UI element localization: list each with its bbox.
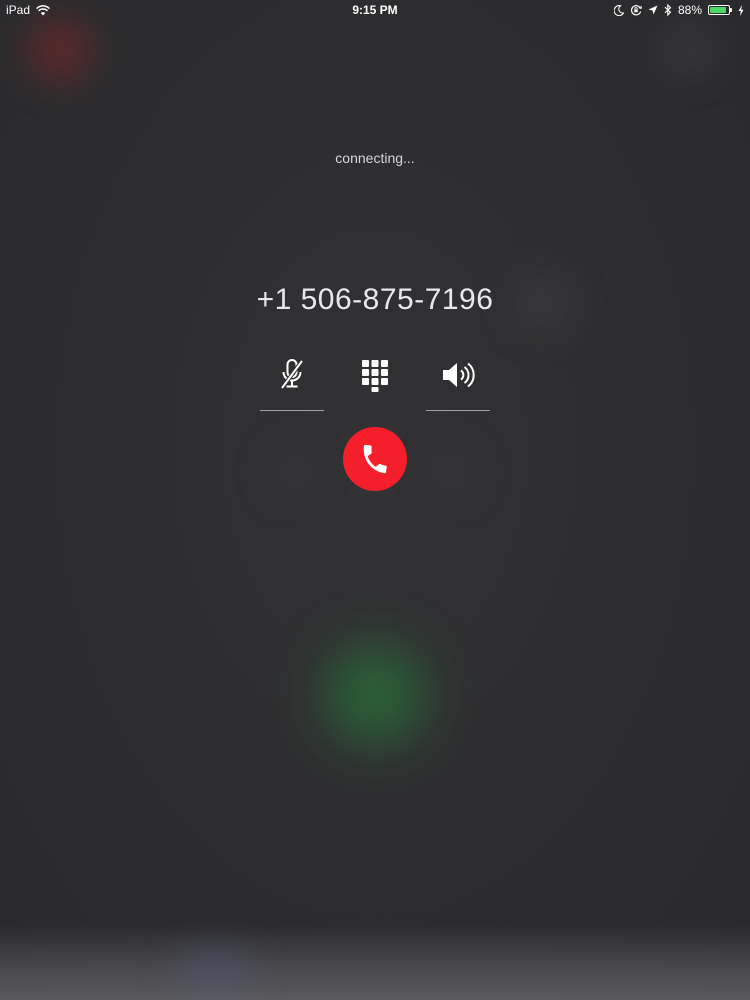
rotation-lock-icon (630, 4, 642, 16)
speaker-button[interactable] (426, 357, 490, 411)
battery-percent: 88% (677, 3, 702, 17)
call-controls (260, 357, 490, 413)
wifi-icon (36, 4, 50, 16)
phone-hangup-icon (358, 442, 392, 476)
phone-number: +1 506-875-7196 (256, 283, 494, 316)
charging-bolt-icon (738, 4, 744, 16)
call-screen: iPad 9:15 PM 88% connecting... +1 506-87… (0, 0, 750, 1000)
status-bar: iPad 9:15 PM 88% (0, 0, 750, 20)
bottom-glow (0, 925, 750, 1000)
keypad-button[interactable] (343, 357, 407, 411)
microphone-muted-icon (277, 357, 307, 393)
end-call-button[interactable] (343, 427, 407, 491)
mute-button-underline (260, 410, 324, 411)
blurred-background-blob (270, 450, 314, 494)
battery-icon (708, 5, 732, 15)
call-status-text: connecting... (335, 150, 415, 166)
blurred-background-blob (325, 645, 425, 745)
status-bar-right: 88% (613, 3, 744, 17)
speaker-icon (440, 357, 476, 393)
location-arrow-icon (648, 5, 658, 15)
blurred-background-blob (664, 24, 714, 74)
device-name: iPad (6, 3, 31, 17)
moon-icon (613, 4, 624, 16)
blurred-background-blob (430, 450, 474, 494)
blurred-background-blob (28, 18, 92, 82)
status-bar-left: iPad (6, 3, 50, 17)
speaker-button-underline (426, 410, 490, 411)
keypad-grid-icon (360, 357, 390, 393)
battery-level-fill (710, 7, 726, 13)
mute-button[interactable] (260, 357, 324, 411)
bluetooth-icon (664, 4, 672, 16)
blurred-background-blob (175, 945, 255, 995)
